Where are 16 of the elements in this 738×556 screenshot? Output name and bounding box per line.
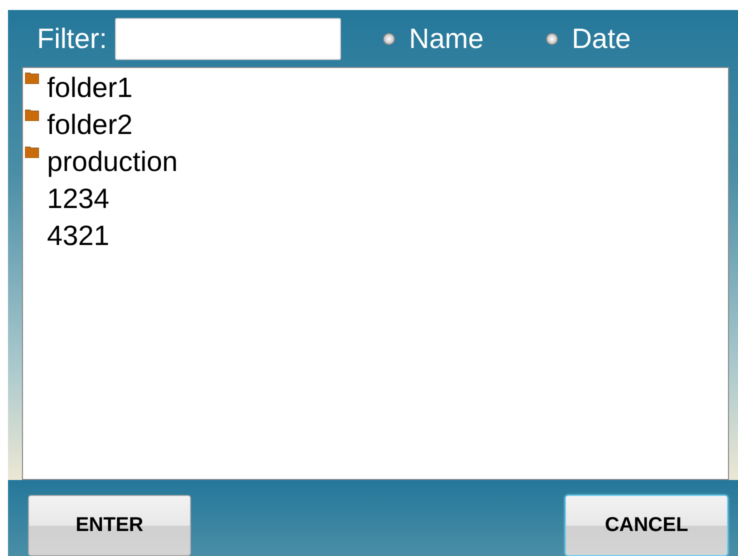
cancel-button[interactable]: CANCEL bbox=[565, 495, 728, 556]
filter-field[interactable] bbox=[115, 18, 341, 60]
folder-item[interactable]: folder2 bbox=[47, 109, 133, 141]
folder-item[interactable]: folder1 bbox=[47, 72, 133, 104]
folder-icon bbox=[25, 146, 39, 158]
file-item[interactable]: 4321 bbox=[47, 220, 110, 252]
enter-button[interactable]: ENTER bbox=[28, 495, 191, 556]
sort-radio[interactable]: Name bbox=[383, 22, 484, 54]
filter-label: Filter: bbox=[37, 22, 107, 54]
folder-icon bbox=[25, 109, 39, 121]
folder-icon bbox=[25, 72, 39, 84]
radio-label: Name bbox=[409, 22, 484, 54]
folder-item[interactable]: production bbox=[47, 146, 178, 178]
radio-label: Date bbox=[572, 22, 631, 54]
sort-radio[interactable]: Date bbox=[546, 22, 631, 54]
file-item[interactable]: 1234 bbox=[47, 183, 110, 215]
